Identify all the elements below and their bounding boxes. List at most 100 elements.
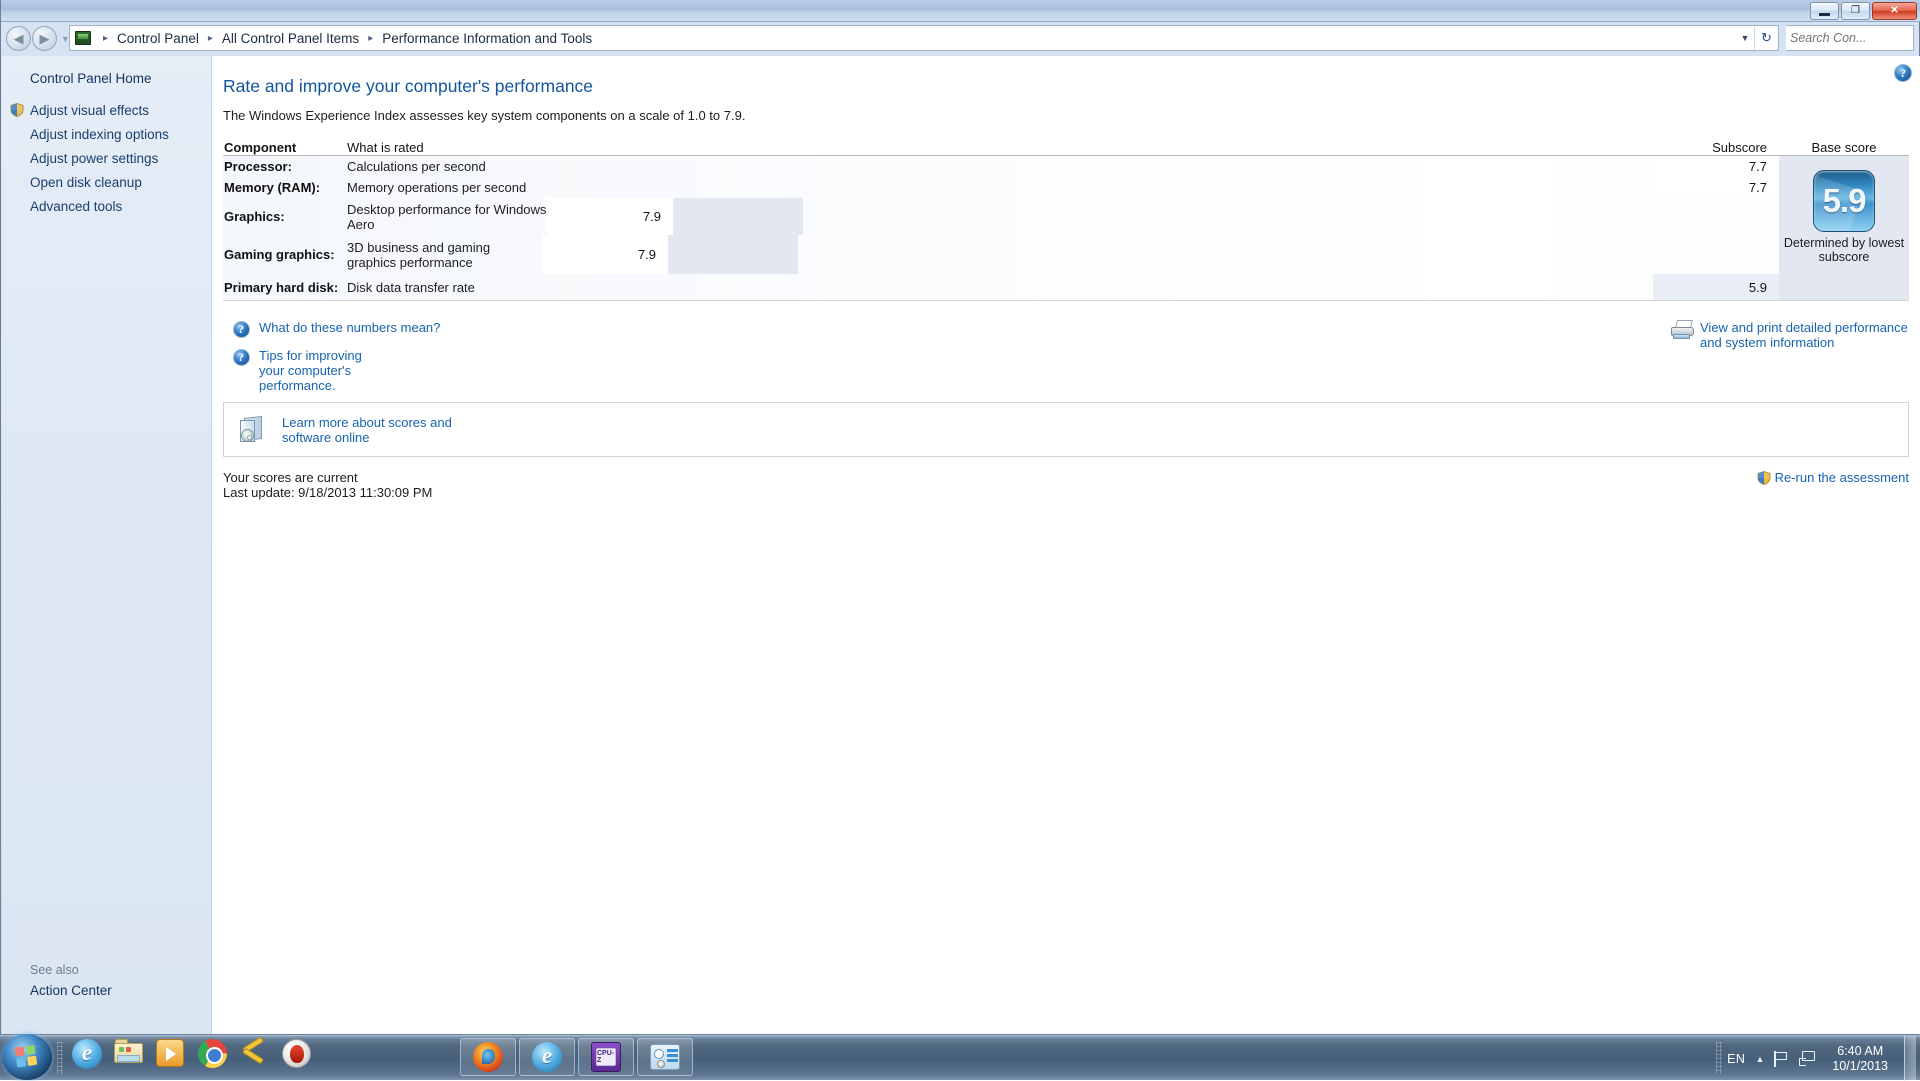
taskbar-icon-tools[interactable] xyxy=(240,1036,274,1073)
page-title: Rate and improve your computer's perform… xyxy=(223,76,594,96)
breadcrumb-separator: ▸ xyxy=(207,32,213,44)
cell-subscore: 7.7 xyxy=(1653,177,1779,198)
breadcrumb-separator: ▸ xyxy=(103,32,109,44)
show-hidden-icons-chevron-icon[interactable]: ▲ xyxy=(1755,1054,1764,1064)
breadcrumb-item-all-items[interactable]: All Control Panel Items xyxy=(220,31,361,46)
table-row: Processor: Calculations per second 7.7 xyxy=(223,156,1909,177)
link-row-view-and-print: View and print detailed performance and … xyxy=(1670,320,1920,350)
close-button[interactable]: ✕ xyxy=(1872,2,1917,20)
maximize-restore-button[interactable]: ❐ xyxy=(1841,2,1870,20)
refresh-icon[interactable]: ↻ xyxy=(1754,26,1778,50)
rerun-assessment-link[interactable]: Re-run the assessment xyxy=(1757,470,1909,485)
sidebar-top: Control Panel Home Adjust visual effects… xyxy=(2,56,212,219)
sidebar-item-action-center[interactable]: Action Center xyxy=(2,977,212,998)
taskbar-button-firefox[interactable] xyxy=(460,1038,516,1076)
cell-subscore: 7.9 xyxy=(547,198,673,235)
learn-more-panel: Learn more about scores and software onl… xyxy=(223,402,1909,457)
clock-time: 6:40 AM xyxy=(1837,1043,1884,1058)
cell-base-spacer xyxy=(668,235,798,274)
cell-what-rated: Calculations per second xyxy=(347,159,486,174)
sidebar-item-adjust-power-settings[interactable]: Adjust power settings xyxy=(2,147,212,171)
address-bar: ◀ ▶ ▼ ▸ Control Panel ▸ All Control Pane… xyxy=(1,22,1920,56)
table-row: Memory (RAM): Memory operations per seco… xyxy=(223,177,1909,198)
link-what-do-these-numbers-mean[interactable]: What do these numbers mean? xyxy=(259,320,440,335)
help-links: ? What do these numbers mean? ? Tips for… xyxy=(223,320,1909,393)
cell-component: Gaming graphics: xyxy=(224,247,335,262)
table-row: Primary hard disk: Disk data transfer ra… xyxy=(223,274,1909,300)
rerun-assessment-label: Re-run the assessment xyxy=(1774,470,1909,485)
sidebar-item-adjust-indexing-options[interactable]: Adjust indexing options xyxy=(2,123,212,147)
cell-what-rated: Disk data transfer rate xyxy=(347,279,475,295)
start-button[interactable] xyxy=(2,1034,52,1080)
cell-what-rated: Memory operations per second xyxy=(347,180,527,195)
quick-launch-bar xyxy=(72,1036,316,1073)
help-icon[interactable]: ? xyxy=(1894,64,1912,82)
taskbar-button-cpuz[interactable]: CPU-Z xyxy=(578,1038,634,1076)
link-row-what-numbers-mean: ? What do these numbers mean? xyxy=(223,320,1909,338)
breadcrumb-item-control-panel[interactable]: Control Panel xyxy=(115,31,201,46)
taskbar-icon-media-player[interactable] xyxy=(156,1039,190,1073)
cell-subscore: 5.9 xyxy=(1653,274,1779,300)
network-icon[interactable] xyxy=(1799,1050,1816,1067)
sidebar: Control Panel Home Adjust visual effects… xyxy=(2,56,212,1034)
window-controls: ❐ ✕ xyxy=(1810,1,1917,21)
show-desktop-button[interactable] xyxy=(1904,1036,1916,1081)
breadcrumb-bar[interactable]: ▸ Control Panel ▸ All Control Panel Item… xyxy=(69,25,1779,51)
sidebar-item-label: Action Center xyxy=(30,983,112,998)
header-component: Component xyxy=(224,140,297,155)
cell-what-rated: 3D business and gaming graphics performa… xyxy=(347,239,491,270)
last-update-text: Last update: 9/18/2013 11:30:09 PM xyxy=(223,485,433,500)
clock[interactable]: 6:40 AM 10/1/2013 xyxy=(1826,1044,1894,1074)
table-row: Graphics: Desktop performance for Window… xyxy=(223,198,1909,235)
uac-shield-icon xyxy=(10,103,24,117)
taskbar-button-performance-information[interactable] xyxy=(637,1038,693,1076)
see-also-label: See also xyxy=(30,963,79,977)
breadcrumb-item-performance[interactable]: Performance Information and Tools xyxy=(380,31,594,46)
uac-shield-icon xyxy=(1757,470,1771,485)
taskbar-button-internet-explorer[interactable] xyxy=(519,1038,575,1076)
breadcrumb-right-controls: ▼ ↻ xyxy=(1736,26,1778,50)
sidebar-item-label: Adjust indexing options xyxy=(30,127,169,142)
cell-subscore: 7.9 xyxy=(542,235,668,274)
help-icon: ? xyxy=(232,321,250,338)
clock-date: 10/1/2013 xyxy=(1832,1058,1888,1073)
search-input[interactable] xyxy=(1790,31,1920,45)
forward-button[interactable]: ▶ xyxy=(32,26,57,51)
sidebar-item-advanced-tools[interactable]: Advanced tools xyxy=(2,195,212,219)
sidebar-item-label: Control Panel Home xyxy=(30,71,152,86)
printer-icon xyxy=(1670,320,1700,340)
link-tips-for-improving-performance[interactable]: Tips for improving your computer's perfo… xyxy=(259,348,371,393)
search-box[interactable]: 🔍 xyxy=(1786,25,1920,51)
tray-grip[interactable] xyxy=(1716,1042,1722,1074)
control-panel-window: ❐ ✕ ◀ ▶ ▼ ▸ Control Panel ▸ All Control … xyxy=(0,0,1920,1035)
address-dropdown-icon[interactable]: ▼ xyxy=(1736,33,1754,43)
sidebar-item-adjust-visual-effects[interactable]: Adjust visual effects xyxy=(2,99,212,123)
toolbar-grip[interactable] xyxy=(57,1042,63,1074)
header-subscore: Subscore xyxy=(1712,140,1767,155)
taskbar-window-buttons: CPU-Z xyxy=(460,1038,693,1076)
link-row-tips: ? Tips for improving your computer's per… xyxy=(223,348,1909,393)
link-learn-more-about-scores[interactable]: Learn more about scores and software onl… xyxy=(282,415,462,445)
taskbar: CPU-Z EN ▲ 6:40 AM 10/1/2013 xyxy=(0,1034,1920,1081)
taskbar-icon-chrome[interactable] xyxy=(198,1039,232,1073)
page-subtitle: The Windows Experience Index assesses ke… xyxy=(223,108,746,123)
base-score-caption: Determined by lowest subscore xyxy=(1783,236,1905,264)
tray-language-indicator[interactable]: EN xyxy=(1727,1052,1745,1066)
sidebar-item-open-disk-cleanup[interactable]: Open disk cleanup xyxy=(2,171,212,195)
see-also-section: See also Action Center xyxy=(2,963,212,998)
sidebar-item-control-panel-home[interactable]: Control Panel Home xyxy=(2,67,212,91)
help-icon-wrapper: ? xyxy=(223,348,259,366)
cell-what-rated: Desktop performance for Windows Aero xyxy=(347,201,547,232)
link-view-and-print-detailed-info[interactable]: View and print detailed performance and … xyxy=(1700,320,1920,350)
taskbar-icon-windows-explorer[interactable] xyxy=(114,1039,148,1073)
cell-component: Processor: xyxy=(224,159,292,174)
taskbar-icon-nero[interactable] xyxy=(282,1039,316,1073)
software-box-icon xyxy=(224,415,282,444)
windows-logo-icon xyxy=(14,1044,40,1070)
back-button[interactable]: ◀ xyxy=(6,26,31,51)
taskbar-icon-internet-explorer[interactable] xyxy=(72,1039,106,1073)
header-what-rated: What is rated xyxy=(347,140,424,155)
sidebar-item-label: Adjust visual effects xyxy=(30,103,150,118)
action-center-flag-icon[interactable] xyxy=(1774,1050,1789,1067)
minimize-button[interactable] xyxy=(1810,2,1839,20)
